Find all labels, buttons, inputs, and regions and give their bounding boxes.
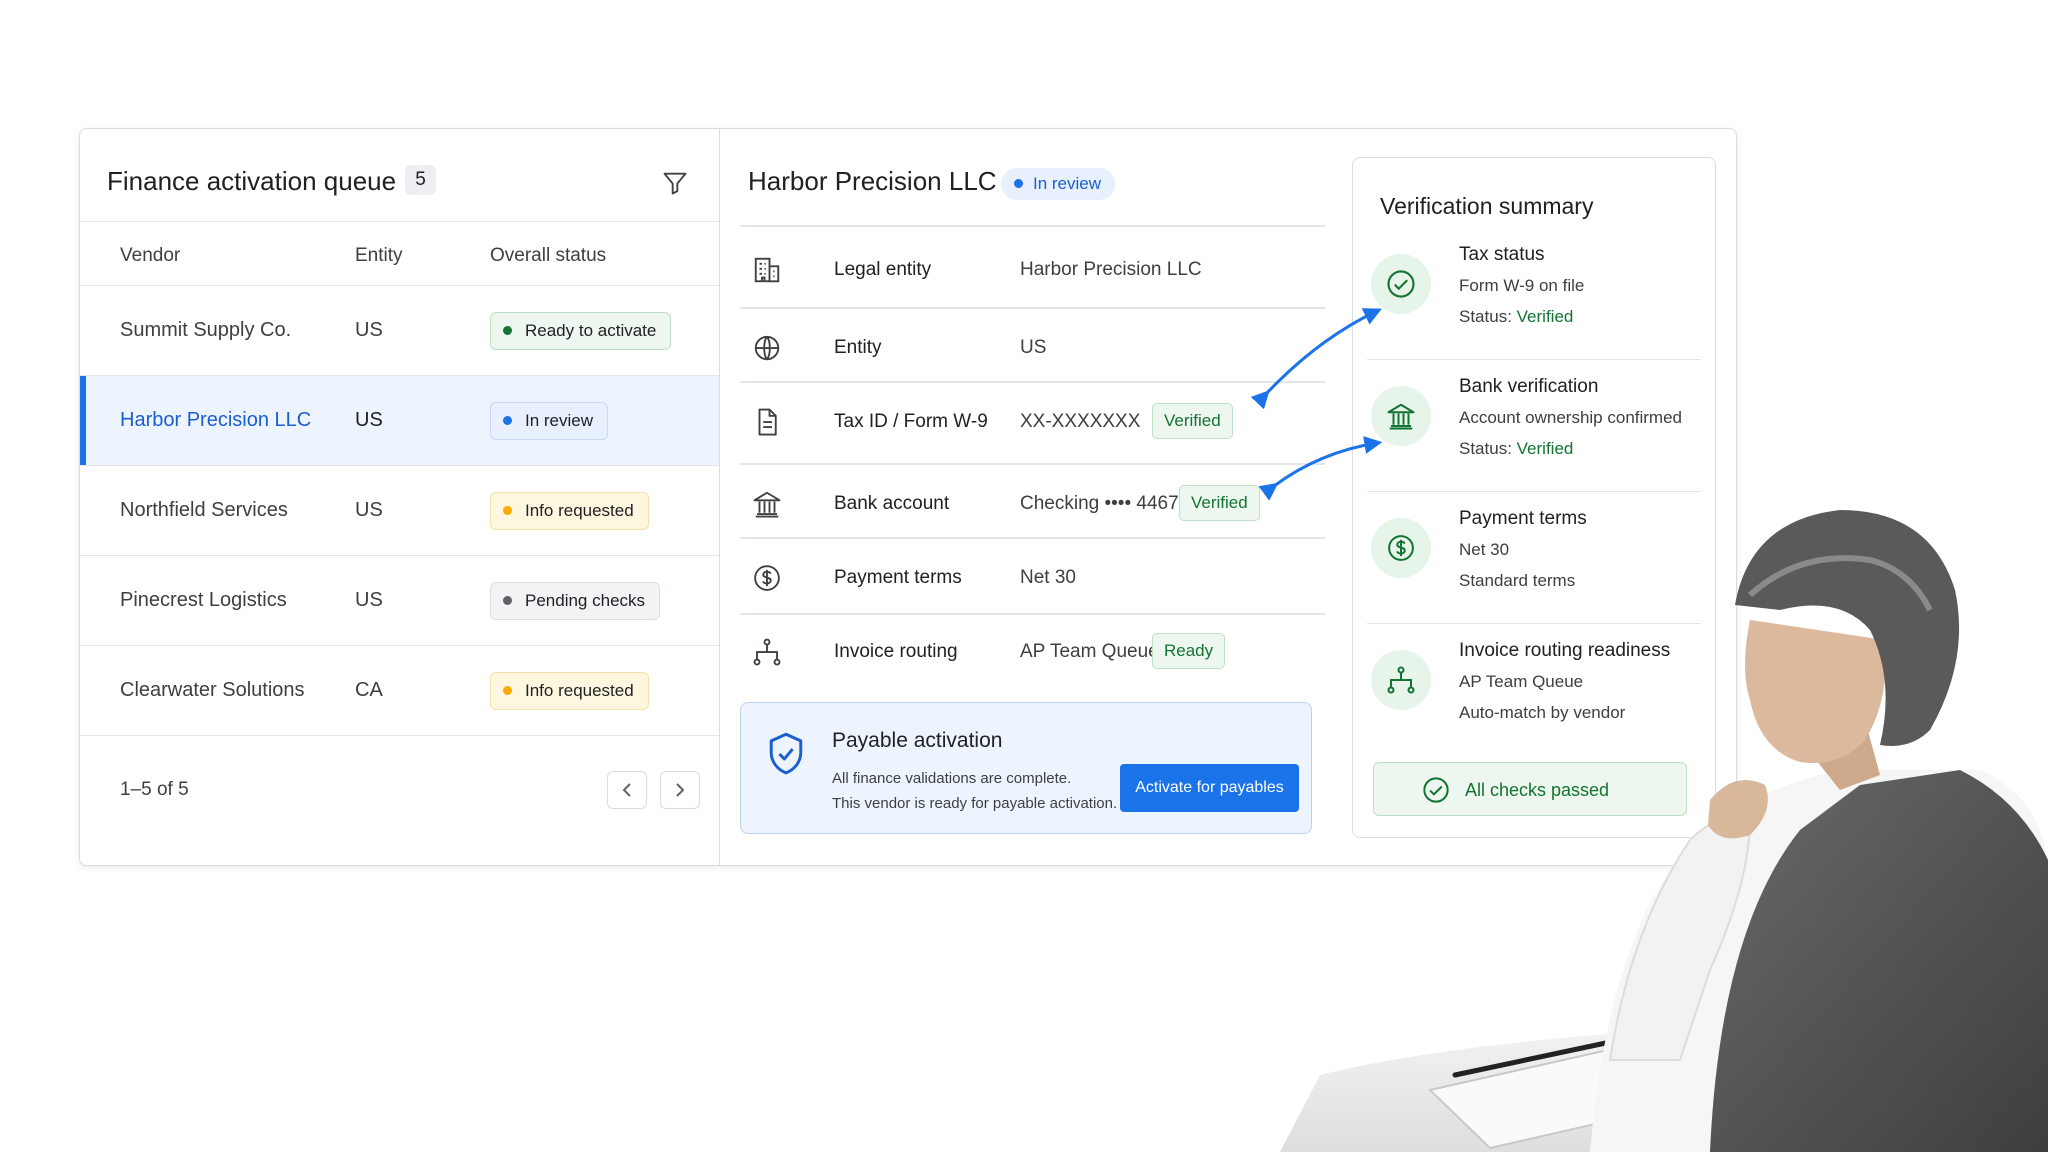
status-label: Status: — [1459, 439, 1512, 458]
summary-item-title: Tax status — [1459, 244, 1545, 265]
field-label: Invoice routing — [834, 641, 958, 662]
summary-icon-circle — [1371, 254, 1431, 314]
queue-title: Finance activation queue — [107, 166, 397, 196]
summary-item-detail: Form W-9 on file — [1459, 276, 1585, 295]
table-row-selected[interactable]: Harbor Precision LLC US In review — [80, 376, 719, 466]
person-illustration — [1280, 510, 2048, 1152]
summary-title: Verification summary — [1380, 193, 1594, 219]
activation-title: Payable activation — [832, 729, 1003, 752]
column-header-vendor[interactable]: Vendor — [120, 245, 180, 267]
vendor-name: Harbor Precision LLC — [120, 409, 312, 431]
bank-icon — [753, 491, 781, 518]
table-row[interactable]: Pinecrest Logistics US Pending checks — [80, 556, 719, 646]
vendor-entity: US — [355, 499, 383, 521]
status-badge: In review — [490, 402, 609, 440]
field-value: Checking •••• 4467 — [1020, 493, 1179, 514]
summary-item-bank-verification: Bank verification Account ownership conf… — [1367, 362, 1701, 492]
vendor-status-badge: In review — [1001, 168, 1116, 200]
vendor-name: Northfield Services — [120, 499, 288, 521]
vendor-detail-title: Harbor Precision LLC — [748, 166, 997, 196]
summary-item-title: Bank verification — [1459, 376, 1599, 397]
divider — [740, 307, 1325, 309]
activation-message: This vendor is ready for payable activat… — [832, 795, 1118, 812]
vendor-entity: US — [355, 319, 383, 341]
dollar-circle-icon — [754, 565, 780, 591]
filter-icon[interactable] — [661, 169, 689, 197]
field-label: Payment terms — [834, 567, 962, 588]
activation-queue-panel: Finance activation queue 5 Vendor Entity… — [80, 129, 720, 865]
vendor-entity: US — [355, 409, 383, 431]
divider — [740, 537, 1325, 539]
next-page-button[interactable] — [660, 771, 700, 809]
verified-tag: Verified — [1179, 485, 1260, 521]
shield-check-icon — [769, 732, 803, 775]
field-label: Entity — [834, 337, 882, 358]
status-badge: Pending checks — [490, 582, 661, 620]
field-value: XX-XXXXXXX — [1020, 411, 1141, 432]
queue-column-headers: Vendor Entity Overall status — [80, 222, 719, 286]
routing-icon — [753, 638, 781, 666]
divider — [740, 463, 1325, 465]
check-circle-icon — [1387, 270, 1415, 298]
field-value: US — [1020, 337, 1047, 358]
field-label: Bank account — [834, 493, 950, 514]
vendor-name: Clearwater Solutions — [120, 679, 305, 701]
column-header-status[interactable]: Overall status — [490, 245, 606, 267]
summary-item-tax-status: Tax status Form W-9 on file Status: Veri… — [1367, 230, 1701, 360]
table-row[interactable]: Clearwater Solutions CA Info requested — [80, 646, 719, 736]
vendor-name: Pinecrest Logistics — [120, 589, 287, 611]
status-badge: Info requested — [490, 672, 649, 710]
vendor-detail-panel: Harbor Precision LLC In review Legal ent… — [720, 129, 1382, 865]
queue-header: Finance activation queue 5 — [80, 129, 719, 222]
field-label: Tax ID / Form W-9 — [834, 411, 988, 432]
field-value: Net 30 — [1020, 567, 1076, 588]
ready-tag: Ready — [1152, 633, 1226, 669]
globe-icon — [754, 335, 780, 361]
field-legal-entity: Legal entity Harbor Precision LLC — [740, 239, 1325, 299]
bank-icon — [1387, 403, 1415, 430]
field-bank-account: Bank account Checking •••• 4467 Verified — [740, 473, 1325, 533]
building-icon — [754, 257, 780, 283]
summary-icon-circle — [1371, 386, 1431, 446]
field-value: AP Team Queue — [1020, 641, 1159, 662]
column-header-entity[interactable]: Entity — [355, 245, 403, 267]
summary-item-status: Status: Verified — [1459, 307, 1573, 327]
activation-message: All finance validations are complete. — [832, 770, 1072, 787]
pagination-label: 1–5 of 5 — [120, 779, 189, 800]
field-value: Harbor Precision LLC — [1020, 259, 1202, 280]
field-entity: Entity US — [740, 317, 1325, 377]
verified-tag: Verified — [1152, 403, 1233, 439]
field-payment-terms: Payment terms Net 30 — [740, 547, 1325, 607]
chevron-left-icon — [622, 783, 631, 797]
status-label: Status: — [1459, 307, 1512, 326]
vendor-entity: US — [355, 589, 383, 611]
table-row[interactable]: Summit Supply Co. US Ready to activate — [80, 286, 719, 376]
chevron-right-icon — [676, 783, 685, 797]
divider — [740, 381, 1325, 383]
status-badge: Ready to activate — [490, 312, 672, 350]
summary-item-detail: Account ownership confirmed — [1459, 408, 1683, 427]
document-icon — [758, 408, 777, 436]
queue-count-badge: 5 — [405, 165, 436, 195]
status-value: Verified — [1516, 439, 1574, 458]
activate-for-payables-button[interactable]: Activate for payables — [1120, 764, 1299, 812]
status-badge: Info requested — [490, 492, 649, 530]
divider — [740, 225, 1325, 227]
prev-page-button[interactable] — [607, 771, 647, 809]
divider — [740, 613, 1325, 615]
vendor-name: Summit Supply Co. — [120, 319, 292, 341]
field-label: Legal entity — [834, 259, 932, 280]
field-tax-id: Tax ID / Form W-9 XX-XXXXXXX Verified — [740, 391, 1325, 451]
payable-activation-box: Payable activation All finance validatio… — [740, 702, 1312, 834]
table-row[interactable]: Northfield Services US Info requested — [80, 466, 719, 556]
summary-item-status: Status: Verified — [1459, 439, 1573, 459]
vendor-entity: CA — [355, 679, 383, 701]
field-invoice-routing: Invoice routing AP Team Queue Ready — [740, 621, 1325, 681]
status-value: Verified — [1516, 307, 1574, 326]
